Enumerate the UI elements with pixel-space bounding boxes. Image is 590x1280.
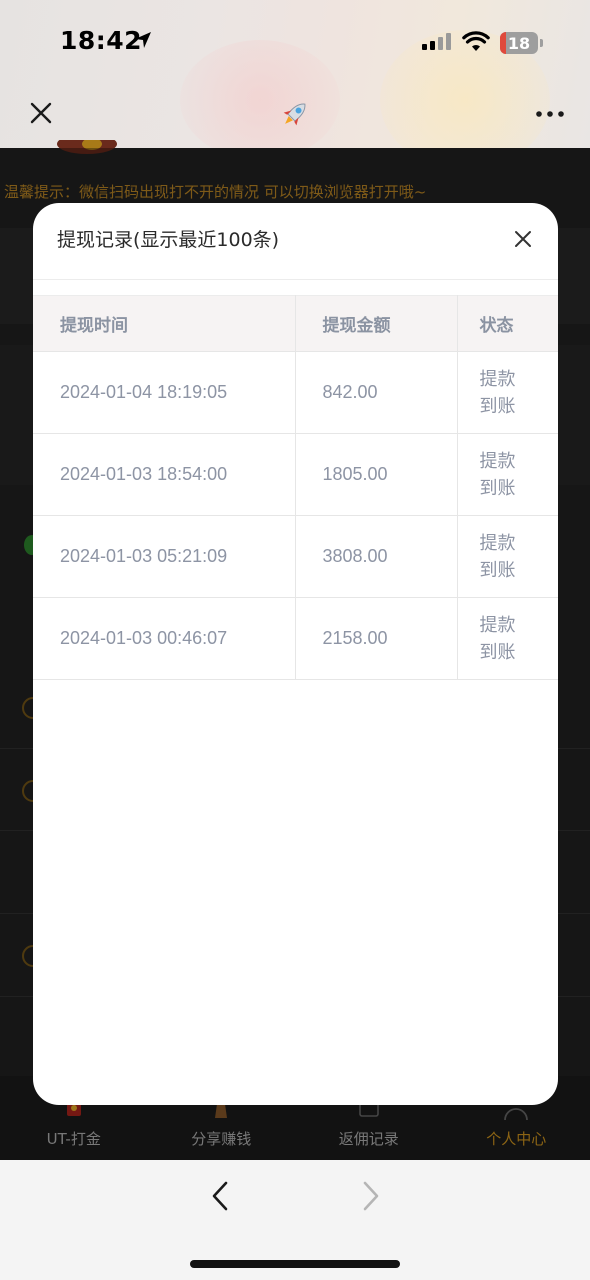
withdrawal-status: 提款 到账 (456, 515, 558, 598)
status-line: 提款 (479, 368, 516, 389)
column-header-amount: 提现金额 (294, 295, 458, 352)
table-row: 2024-01-03 00:46:07 2158.00 提款 到账 (33, 597, 558, 680)
location-arrow-icon (135, 32, 151, 48)
home-indicator[interactable] (190, 1260, 400, 1268)
cellular-signal-icon (422, 33, 451, 50)
withdrawal-status: 提款 到账 (456, 433, 558, 516)
table-row: 2024-01-04 18:19:05 842.00 提款 到账 (33, 351, 558, 434)
column-header-time: 提现时间 (33, 295, 296, 352)
wifi-icon (462, 31, 490, 51)
withdrawal-time: 2024-01-03 05:21:09 (33, 515, 296, 598)
status-line: 提款 (479, 532, 516, 553)
table-row: 2024-01-03 18:54:00 1805.00 提款 到账 (33, 433, 558, 516)
table-header-row: 提现时间 提现金额 状态 (33, 295, 558, 352)
status-line: 到账 (479, 641, 516, 662)
battery-icon: 18 (500, 32, 538, 54)
withdrawal-amount: 3808.00 (294, 515, 458, 598)
browser-bottom-bar (0, 1160, 590, 1280)
withdrawal-status: 提款 到账 (456, 597, 558, 680)
forward-arrow-icon[interactable] (356, 1178, 386, 1214)
more-dots-icon[interactable] (534, 104, 568, 124)
close-icon[interactable] (24, 96, 58, 130)
status-line: 提款 (479, 450, 516, 471)
column-header-status: 状态 (456, 295, 558, 352)
browser-top-bar: 18:42 18 (0, 0, 590, 148)
status-time: 18:42 (60, 26, 143, 55)
withdrawal-time: 2024-01-03 00:46:07 (33, 597, 296, 680)
withdrawal-amount: 842.00 (294, 351, 458, 434)
divider (33, 279, 558, 280)
withdrawal-amount: 1805.00 (294, 433, 458, 516)
status-line: 到账 (479, 395, 516, 416)
status-line: 到账 (479, 559, 516, 580)
withdrawal-records-modal: 提现记录(显示最近100条) 提现时间 提现金额 状态 2024-01-04 1… (33, 203, 558, 1105)
withdrawal-table: 提现时间 提现金额 状态 2024-01-04 18:19:05 842.00 … (33, 295, 558, 680)
battery-nub (540, 39, 543, 47)
close-icon[interactable] (511, 227, 535, 251)
status-line: 到账 (479, 477, 516, 498)
battery-level: 18 (507, 33, 531, 53)
withdrawal-amount: 2158.00 (294, 597, 458, 680)
table-row: 2024-01-03 05:21:09 3808.00 提款 到账 (33, 515, 558, 598)
modal-title: 提现记录(显示最近100条) (57, 229, 280, 251)
rocket-icon (283, 103, 306, 126)
background-glow (180, 40, 340, 148)
status-line: 提款 (479, 614, 516, 635)
withdrawal-time: 2024-01-04 18:19:05 (33, 351, 296, 434)
withdrawal-time: 2024-01-03 18:54:00 (33, 433, 296, 516)
back-arrow-icon[interactable] (205, 1178, 235, 1214)
withdrawal-status: 提款 到账 (456, 351, 558, 434)
